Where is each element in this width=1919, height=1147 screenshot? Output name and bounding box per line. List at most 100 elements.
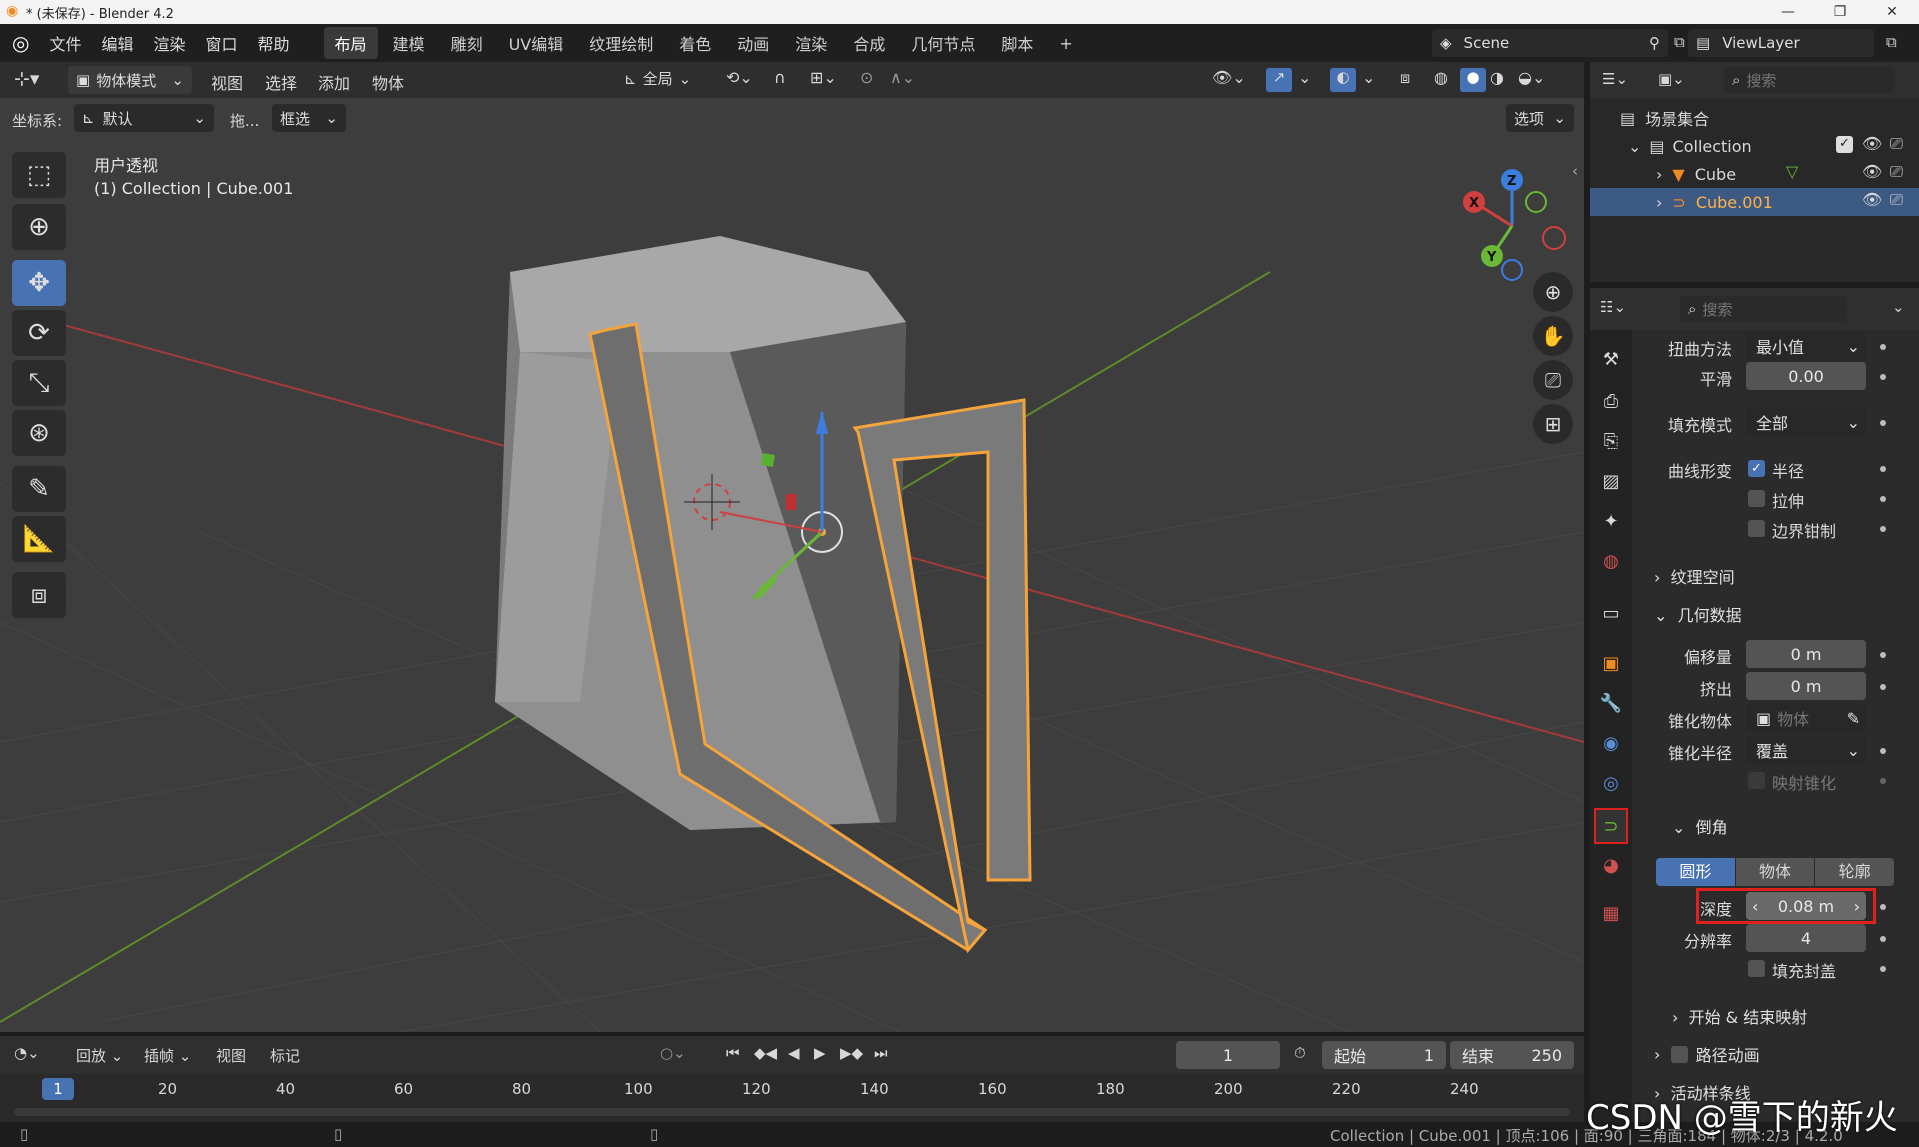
keyframe-dot[interactable]: [1880, 966, 1886, 972]
new-scene-icon[interactable]: ⧉: [1674, 33, 1685, 51]
fill-caps-checkbox[interactable]: [1748, 960, 1765, 977]
pin-icon[interactable]: ⚲: [1649, 34, 1660, 52]
annotate-tool[interactable]: ✎: [12, 466, 66, 512]
outliner-search-input[interactable]: ⌕ 搜索: [1724, 67, 1894, 93]
workspace-tab-uv-editing[interactable]: UV编辑: [498, 27, 575, 59]
tool-tab-icon[interactable]: ⚒: [1596, 344, 1626, 374]
prev-keyframe-icon[interactable]: ◆◀: [754, 1044, 777, 1062]
collection-tab-icon[interactable]: ▭: [1596, 598, 1626, 628]
timeline-scrollbar[interactable]: [14, 1108, 1570, 1116]
path-animation-checkbox[interactable]: [1670, 1045, 1688, 1063]
menu-help[interactable]: 帮助: [248, 31, 300, 55]
zoom-icon[interactable]: ⊕: [1533, 272, 1573, 312]
keyframe-dot[interactable]: [1880, 496, 1886, 502]
keyframe-dot[interactable]: [1880, 652, 1886, 658]
texture-tab-icon[interactable]: ▦: [1596, 898, 1626, 928]
camera-render-icon[interactable]: ⎚: [1890, 162, 1903, 182]
select-box-tool[interactable]: ⬚: [12, 152, 66, 198]
pan-hand-icon[interactable]: ✋: [1533, 316, 1573, 356]
workspace-tab-scripting[interactable]: 脚本: [990, 27, 1044, 59]
mesh-data-icon[interactable]: ▽: [1786, 162, 1798, 181]
maximize-button[interactable]: ❐: [1814, 0, 1866, 24]
display-mode-icon[interactable]: ▣⌄: [1658, 70, 1685, 88]
scale-tool[interactable]: ⤡: [12, 360, 66, 406]
path-animation-section[interactable]: › 路径动画: [1654, 1042, 1760, 1066]
workspace-tab-sculpting[interactable]: 雕刻: [440, 27, 494, 59]
taper-object-field[interactable]: ▣ 物体 ✎: [1746, 704, 1866, 732]
end-frame-field[interactable]: 结束 250: [1450, 1041, 1574, 1069]
workspace-tab-geometry-nodes[interactable]: 几何节点: [900, 27, 986, 59]
keyframe-dot[interactable]: [1880, 466, 1886, 472]
keyframe-dot[interactable]: [1880, 526, 1886, 532]
perspective-grid-icon[interactable]: ⊞: [1533, 404, 1573, 444]
workspace-tab-layout[interactable]: 布局: [323, 27, 378, 59]
workspace-tab-compositing[interactable]: 合成: [842, 27, 896, 59]
menu-playback[interactable]: 回放 ⌄: [76, 1045, 123, 1066]
workspace-tab-shading[interactable]: 着色: [668, 27, 722, 59]
offset-field[interactable]: 0 m: [1746, 640, 1866, 668]
keyframe-dot[interactable]: [1880, 344, 1886, 350]
keyframe-dot[interactable]: [1880, 684, 1886, 690]
add-workspace-button[interactable]: +: [1048, 30, 1083, 57]
outliner-row-collection[interactable]: ⌄ ▤ Collection ✓ 👁 ⎚: [1590, 132, 1919, 160]
play-icon[interactable]: ▶: [814, 1044, 826, 1062]
increment-icon[interactable]: ›: [1854, 897, 1860, 916]
curve-data-tab-icon[interactable]: ⊃: [1594, 808, 1628, 844]
decrement-icon[interactable]: ‹: [1752, 897, 1758, 916]
stretch-checkbox[interactable]: [1748, 490, 1765, 507]
outliner-row-cube[interactable]: › ▼ Cube ▽ 👁 ⎚: [1590, 160, 1919, 188]
map-taper-checkbox[interactable]: [1748, 772, 1765, 789]
start-frame-field[interactable]: 起始 1: [1322, 1041, 1446, 1069]
chevron-down-icon[interactable]: ⌄: [1892, 298, 1905, 316]
keyframe-dot[interactable]: [1880, 420, 1886, 426]
new-viewlayer-icon[interactable]: ⧉: [1886, 33, 1897, 51]
chevron-right-icon[interactable]: ›: [1656, 193, 1662, 212]
timeline-editor-icon[interactable]: ◔⌄: [14, 1044, 40, 1062]
render-tab-icon[interactable]: ⎙: [1596, 386, 1626, 416]
keyframe-dot[interactable]: [1880, 374, 1886, 380]
properties-search-input[interactable]: ⌕ 搜索: [1680, 296, 1846, 322]
eye-icon[interactable]: 👁: [1862, 162, 1882, 181]
particles-tab-icon[interactable]: ◉: [1596, 728, 1626, 758]
timeline-ruler[interactable]: 1 20 40 60 80 100 120 140 160 180 200 22…: [0, 1076, 1584, 1122]
keyframe-dot[interactable]: [1880, 904, 1886, 910]
bevel-tab-round[interactable]: 圆形: [1656, 858, 1735, 886]
camera-render-icon[interactable]: ⎚: [1890, 190, 1903, 210]
menu-timeline-view[interactable]: 视图: [216, 1045, 246, 1066]
bevel-section[interactable]: ⌄ 倒角: [1672, 814, 1728, 838]
viewlayer-selector[interactable]: ▤ ViewLayer: [1688, 29, 1874, 57]
keyframe-dot[interactable]: [1880, 778, 1886, 784]
auto-keying-icon[interactable]: ○⌄: [660, 1044, 686, 1062]
smooth-field[interactable]: 0.00: [1746, 362, 1866, 390]
jump-end-icon[interactable]: ⏭: [874, 1044, 888, 1062]
output-tab-icon[interactable]: ⎘: [1596, 426, 1626, 456]
scene-selector[interactable]: ◈ Scene ⚲: [1432, 29, 1668, 57]
scene-tab-icon[interactable]: ✦: [1596, 506, 1626, 536]
workspace-tab-modeling[interactable]: 建模: [382, 27, 436, 59]
world-tab-icon[interactable]: ◍: [1596, 546, 1626, 576]
workspace-tab-animation[interactable]: 动画: [726, 27, 780, 59]
bevel-tab-profile[interactable]: 轮廓: [1815, 858, 1894, 886]
material-tab-icon[interactable]: ◕: [1596, 850, 1626, 880]
properties-editor-icon[interactable]: ☷⌄: [1600, 298, 1626, 316]
exclude-checkbox[interactable]: ✓: [1836, 136, 1853, 153]
outliner-row-cube-001[interactable]: › ⊃ Cube.001 👁 ⎚: [1590, 188, 1919, 216]
cursor-tool[interactable]: ⊕: [12, 204, 66, 250]
eye-icon[interactable]: 👁: [1862, 134, 1882, 153]
menu-marker[interactable]: 标记: [270, 1045, 300, 1066]
sidebar-toggle-icon[interactable]: ‹: [1572, 162, 1578, 180]
menu-file[interactable]: 文件: [39, 31, 91, 55]
fill-mode-dropdown[interactable]: 全部 ⌄: [1746, 408, 1866, 436]
keyframe-dot[interactable]: [1880, 748, 1886, 754]
transform-tool[interactable]: ⊛: [12, 410, 66, 456]
twist-method-dropdown[interactable]: 最小值 ⌄: [1746, 332, 1866, 360]
texture-space-section[interactable]: › 纹理空间: [1654, 564, 1735, 588]
physics-tab-icon[interactable]: ◎: [1596, 768, 1626, 798]
move-tool[interactable]: ✥: [12, 260, 66, 306]
bevel-tab-object[interactable]: 物体: [1735, 858, 1815, 886]
3d-viewport[interactable]: ⊹▾ ▣ 物体模式 ⌄ 视图 选择 添加 物体 ⊾ 全局 ⌄ ⟲⌄ ∩ ⊞⌄ ⊙…: [0, 62, 1584, 1032]
camera-icon[interactable]: ⎚: [1533, 360, 1573, 400]
depth-field[interactable]: ‹ 0.08 m ›: [1746, 892, 1866, 920]
outliner-row-scene-collection[interactable]: ▤ 场景集合: [1590, 104, 1919, 132]
close-button[interactable]: ✕: [1866, 0, 1918, 24]
